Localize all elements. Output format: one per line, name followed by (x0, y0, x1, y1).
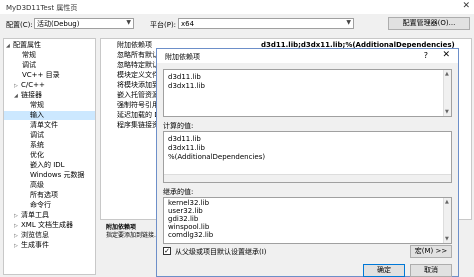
vertical-scrollbar[interactable]: ▲ ▼ (443, 198, 451, 243)
tree-item-label: C/C++ (21, 81, 45, 89)
deps-edit-box[interactable]: d3d11.lib d3dx11.lib ▲ ▼ (163, 69, 452, 117)
tree-item-linker-general[interactable]: 常规 (30, 101, 44, 110)
tree-item-label: 浏览信息 (21, 231, 49, 239)
tree-item-linker-debug[interactable]: 调试 (30, 131, 44, 140)
tree-item-label: 配置属性 (13, 41, 41, 49)
inherited-box: kernel32.lib user32.lib gdi32.lib winspo… (163, 197, 452, 244)
tree-item-label: 清单工具 (21, 211, 49, 219)
tree-item-cpp[interactable]: ▷ C/C++ (14, 81, 45, 91)
evaluated-line: d3d11.lib (168, 135, 201, 143)
config-value: 活动(Debug) (37, 20, 80, 28)
dialog-title: 附加依赖项 (165, 53, 200, 61)
platform-combo[interactable]: x64 ▼ (178, 18, 354, 29)
expander-icon[interactable]: ◢ (6, 42, 13, 51)
help-icon[interactable]: ? (424, 51, 428, 60)
expander-icon[interactable]: ◢ (14, 92, 21, 101)
tree-item-config-props[interactable]: ◢ 配置属性 (6, 41, 41, 51)
scroll-up-icon[interactable]: ▲ (445, 199, 449, 205)
tree-item-all-options[interactable]: 所有选项 (30, 191, 58, 200)
expander-icon[interactable]: ▷ (14, 242, 21, 251)
additional-deps-dialog: 附加依赖项 ? ✕ d3d11.lib d3dx11.lib ▲ ▼ 计算的值:… (156, 48, 459, 277)
tree-item-debug[interactable]: 调试 (22, 61, 36, 70)
tree-item-manifest-tool[interactable]: ▷ 清单工具 (14, 211, 49, 221)
expander-icon[interactable]: ▷ (14, 82, 21, 91)
evaluated-line: %(AdditionalDependencies) (168, 153, 266, 161)
tree-item-embedded-idl[interactable]: 嵌入的 IDL (30, 161, 65, 170)
tree-item-windows-metadata[interactable]: Windows 元数据 (30, 171, 84, 180)
tree-item-command-line[interactable]: 命令行 (30, 201, 51, 210)
tree-item-linker[interactable]: ◢ 链接器 (14, 91, 42, 101)
property-tree[interactable]: ◢ 配置属性 常规 调试 VC++ 目录 ▷ C/C++ ◢ 链接器 常规 输入 清单… (3, 38, 96, 275)
tree-item-label: 生成事件 (21, 241, 49, 249)
ok-button[interactable]: 确定 (363, 264, 405, 277)
config-combo[interactable]: 活动(Debug) ▼ (34, 18, 134, 29)
expander-icon[interactable]: ▷ (14, 222, 21, 231)
tree-item-general[interactable]: 常规 (22, 51, 36, 60)
horizontal-scrollbar[interactable] (164, 174, 451, 182)
tree-item-system[interactable]: 系统 (30, 141, 44, 150)
dialog-titlebar: 附加依赖项 ? ✕ (157, 49, 458, 63)
scroll-down-icon[interactable]: ▼ (445, 109, 449, 115)
tree-item-xml-doc[interactable]: ▷ XML 文档生成器 (14, 221, 73, 231)
grid-row[interactable]: 强制符号引用 (117, 101, 159, 110)
edit-line: d3dx11.lib (168, 82, 205, 90)
tree-item-build-events[interactable]: ▷ 生成事件 (14, 241, 49, 251)
config-label: 配置(C): (6, 21, 33, 29)
tree-item-label: XML 文档生成器 (21, 221, 73, 229)
tree-item-browse-info[interactable]: ▷ 浏览信息 (14, 231, 49, 241)
scroll-down-icon[interactable]: ▼ (445, 236, 449, 242)
evaluated-label: 计算的值: (163, 122, 194, 130)
tree-item-linker-input[interactable]: 输入 (4, 111, 95, 120)
chevron-down-icon: ▼ (346, 19, 351, 26)
config-manager-button[interactable]: 配置管理器(O)... (388, 17, 470, 30)
inherit-checkbox[interactable]: ✓ (163, 247, 171, 255)
tree-item-vc-dirs[interactable]: VC++ 目录 (22, 71, 60, 80)
close-icon[interactable]: ✕ (442, 50, 450, 60)
inherited-line: comdlg32.lib (168, 231, 214, 239)
expander-icon[interactable]: ▷ (14, 212, 21, 221)
tree-item-advanced[interactable]: 高级 (30, 181, 44, 190)
macro-button[interactable]: 宏(M) >> (410, 245, 452, 258)
tree-item-manifest[interactable]: 清单文件 (30, 121, 58, 130)
cancel-button[interactable]: 取消 (410, 264, 452, 277)
window-titlebar: MyD3D11Test 属性页 ✕ (0, 0, 474, 14)
inherit-checkbox-label[interactable]: 从父级或项目默认设置继承(I) (175, 247, 267, 257)
platform-value: x64 (181, 20, 195, 28)
inherited-label: 继承的值: (163, 188, 194, 196)
evaluated-box: d3d11.lib d3dx11.lib %(AdditionalDepende… (163, 131, 452, 183)
grid-row[interactable]: 附加依赖项 (117, 41, 152, 50)
scroll-up-icon[interactable]: ▲ (445, 71, 449, 77)
window-title: MyD3D11Test 属性页 (6, 4, 78, 12)
chevron-down-icon: ▼ (126, 19, 131, 26)
tree-item-optimization[interactable]: 优化 (30, 151, 44, 160)
tree-item-label: 链接器 (21, 91, 42, 99)
window-close-icon[interactable]: ✕ (462, 1, 470, 11)
evaluated-line: d3dx11.lib (168, 144, 205, 152)
vertical-scrollbar[interactable]: ▲ ▼ (443, 70, 451, 116)
edit-line: d3d11.lib (168, 73, 201, 81)
platform-label: 平台(P): (150, 21, 177, 29)
expander-icon[interactable]: ▷ (14, 232, 21, 241)
grid-row[interactable]: 模块定义文件 (117, 71, 159, 80)
